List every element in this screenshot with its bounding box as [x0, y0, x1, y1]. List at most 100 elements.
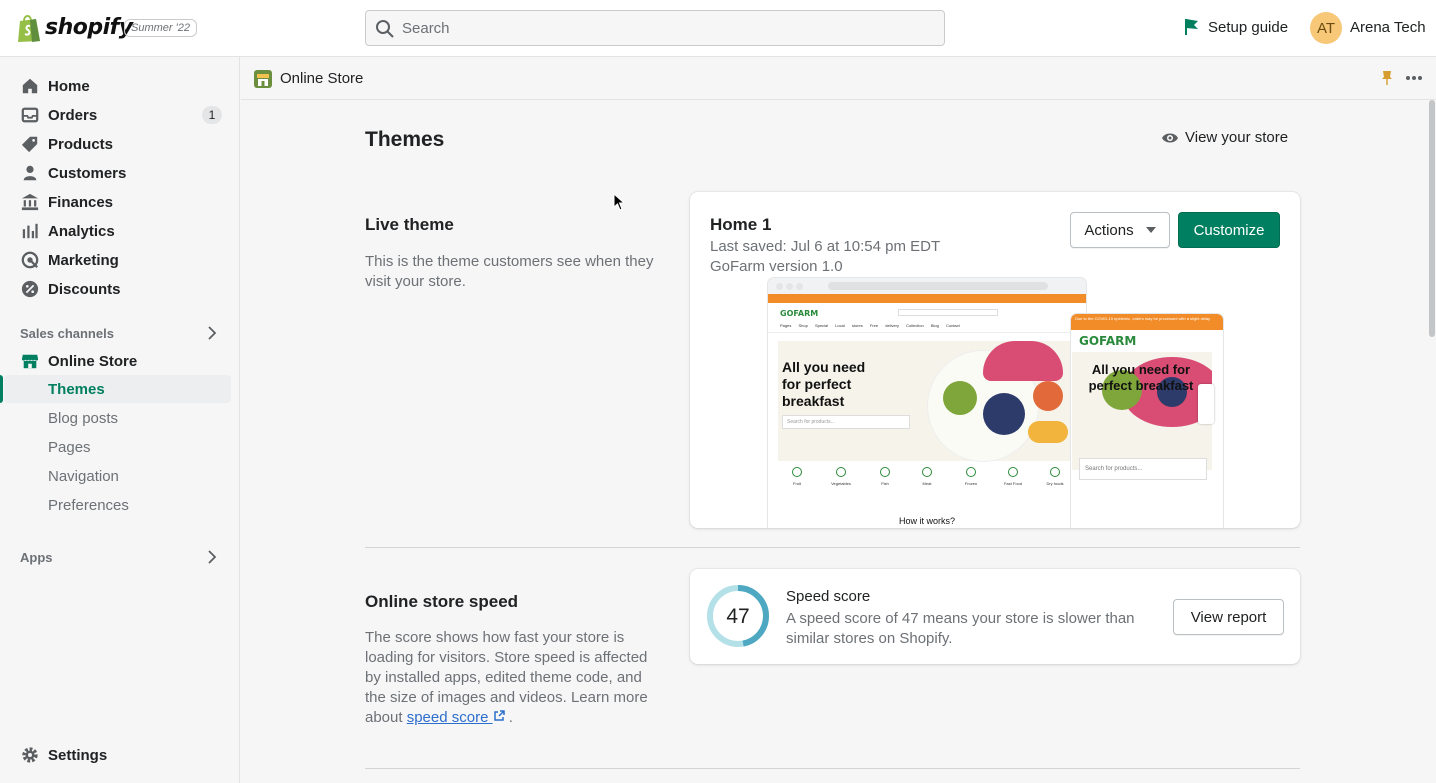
view-store-label: View your store	[1185, 129, 1289, 146]
sidebar-item-orders[interactable]: Orders 1	[20, 101, 232, 129]
preview-hero-title: All you need for perfect breakfast	[782, 359, 866, 409]
sidebar-item-finances[interactable]: Finances	[20, 188, 232, 216]
sidebar-item-customers[interactable]: Customers	[20, 159, 232, 187]
chevron-right-icon[interactable]	[205, 326, 219, 340]
more-actions-icon[interactable]	[1405, 75, 1423, 81]
eye-icon	[1162, 133, 1178, 142]
discount-icon	[20, 279, 40, 299]
active-indicator	[0, 375, 3, 403]
sidebar-item-discounts[interactable]: Discounts	[20, 275, 232, 303]
sidebar-item-analytics[interactable]: Analytics	[20, 217, 232, 245]
speed-description: The score shows how fast your store is l…	[365, 628, 655, 728]
preview-nav-link: Blog	[930, 323, 939, 328]
top-bar: shopify Summer '22 Setup guide AT Arena …	[0, 0, 1436, 57]
category-label: Fruit	[793, 481, 801, 486]
sidebar-item-label: Online Store	[48, 352, 138, 370]
sidebar-item-label: Home	[48, 77, 90, 95]
sidebar-subitem-pages[interactable]: Pages	[48, 439, 91, 456]
preview-mobile-banner: Due to the COVID-19 epidemic, orders may…	[1071, 314, 1223, 330]
speed-score-link[interactable]: speed score	[407, 709, 505, 726]
section-divider	[365, 547, 1300, 548]
preview-nav-link: Special	[814, 323, 829, 328]
sales-channels-heading: Sales channels	[20, 326, 114, 341]
bar-chart-icon	[20, 221, 40, 241]
bank-icon	[20, 192, 40, 212]
brand-name: shopify	[45, 14, 133, 40]
scrollbar-thumb[interactable]	[1429, 100, 1435, 337]
speed-score-description: A speed score of 47 means your store is …	[786, 610, 1135, 647]
preview-mobile-hero-title: All you need for perfect breakfast	[1088, 362, 1194, 393]
sidebar-subitem-themes[interactable]: Themes	[48, 381, 105, 398]
caret-down-icon	[1145, 227, 1156, 233]
tag-icon	[20, 134, 40, 154]
theme-name: Home 1	[710, 215, 772, 234]
preview-hero: All you need for perfect breakfast Searc…	[778, 341, 1078, 461]
preview-nav-link: Free delivery	[869, 323, 900, 328]
store-icon	[20, 351, 40, 371]
flag-icon	[1185, 19, 1198, 35]
preview-nav-link: Shop	[798, 323, 808, 328]
sidebar-item-products[interactable]: Products	[20, 130, 232, 158]
preview-mobile-brand: GOFARM	[1079, 334, 1137, 348]
active-item-highlight	[4, 375, 231, 403]
theme-version: GoFarm version 1.0	[710, 258, 843, 275]
theme-last-saved: Last saved: Jul 6 at 10:54 pm EDT	[710, 238, 941, 255]
blueberries-image	[983, 393, 1025, 435]
sidebar-item-settings[interactable]: Settings	[20, 741, 232, 769]
store-name[interactable]: Arena Tech	[1350, 19, 1426, 36]
chevron-right-icon[interactable]	[205, 550, 219, 564]
preview-brand: GOFARM	[780, 309, 819, 318]
sidebar-subitem-navigation[interactable]: Navigation	[48, 468, 119, 485]
pin-icon[interactable]	[1380, 70, 1394, 86]
preview-nav-link: Collection	[906, 323, 924, 328]
sidebar: Home Orders 1 Products Customers Finance…	[0, 57, 240, 783]
sidebar-item-home[interactable]: Home	[20, 72, 232, 100]
orders-count-badge: 1	[202, 106, 222, 124]
shopify-logo[interactable]: shopify	[16, 13, 133, 43]
category-label: Dry foods	[1046, 481, 1064, 486]
person-icon	[20, 163, 40, 183]
sidebar-subitem-blog-posts[interactable]: Blog posts	[48, 410, 118, 427]
dragonfruit-image	[983, 341, 1063, 381]
window-dot-icon	[786, 283, 793, 290]
target-icon	[20, 250, 40, 270]
live-theme-heading: Live theme	[365, 215, 454, 234]
fruit-image	[1033, 381, 1063, 411]
category-label: Fish	[881, 481, 889, 486]
search-input[interactable]	[402, 11, 932, 45]
gear-icon	[20, 745, 40, 765]
speed-heading: Online store speed	[365, 592, 519, 611]
sidebar-item-label: Marketing	[48, 251, 119, 269]
theme-preview-mobile[interactable]: Due to the COVID-19 epidemic, orders may…	[1071, 314, 1223, 528]
window-dot-icon	[796, 283, 803, 290]
category-label: Fast Food	[1003, 481, 1022, 486]
apps-heading[interactable]: Apps	[20, 550, 53, 565]
preview-nav-link: Local stores	[835, 323, 863, 328]
view-store-link[interactable]: View your store	[1161, 129, 1288, 146]
speed-score-value: 47	[726, 605, 750, 628]
mouse-cursor-icon	[613, 193, 625, 211]
view-report-button[interactable]: View report	[1173, 599, 1284, 635]
theme-preview-desktop[interactable]: GOFARM Pages Shop Special Local stores F…	[768, 278, 1086, 528]
sidebar-subitem-preferences[interactable]: Preferences	[48, 497, 129, 514]
shopify-bag-icon	[18, 15, 40, 42]
search-bar[interactable]	[365, 10, 945, 46]
sidebar-item-marketing[interactable]: Marketing	[20, 246, 232, 274]
mango-image	[1028, 421, 1068, 443]
app-header: Online Store	[241, 57, 1436, 100]
avatar[interactable]: AT	[1310, 12, 1342, 44]
main-content: Themes View your store Live theme This i…	[241, 100, 1425, 783]
category-label: Frozen	[964, 481, 978, 486]
actions-dropdown-button[interactable]: Actions	[1070, 212, 1170, 248]
setup-guide-button[interactable]: Setup guide	[1184, 18, 1288, 36]
sidebar-item-label: Orders	[48, 106, 98, 124]
scrollbar[interactable]	[1427, 100, 1436, 783]
customize-button[interactable]: Customize	[1178, 212, 1280, 248]
category-meat: Meat	[916, 467, 938, 486]
kiwi-image	[943, 381, 977, 415]
preview-search-box	[898, 309, 998, 316]
sidebar-item-online-store[interactable]: Online Store	[20, 347, 232, 375]
preview-how-it-works: How it works?	[898, 516, 955, 526]
preview-tools	[1198, 384, 1214, 424]
window-dot-icon	[776, 283, 783, 290]
